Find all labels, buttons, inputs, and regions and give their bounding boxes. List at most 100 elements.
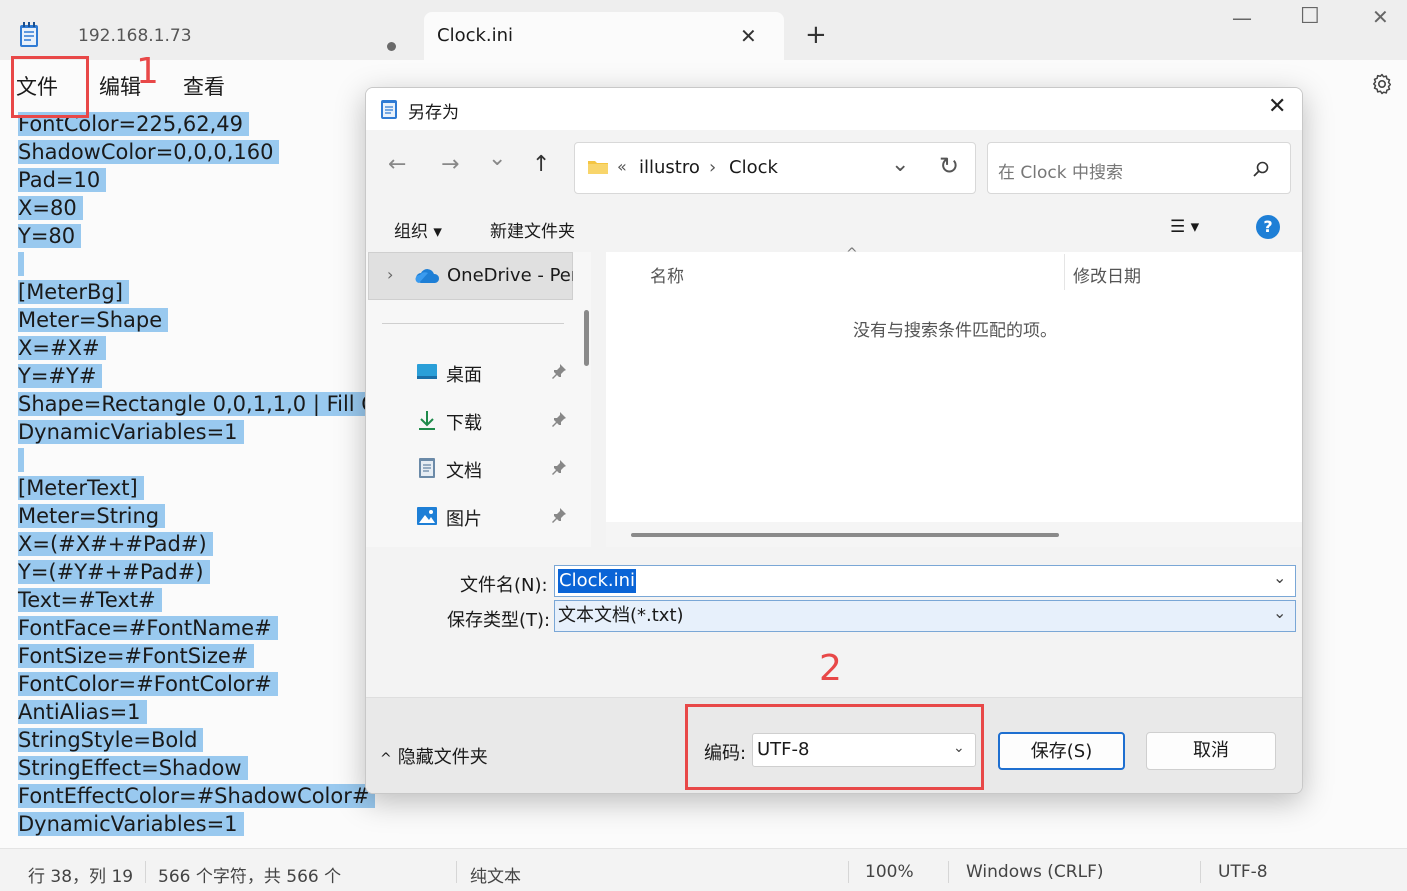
nav-item-desktop[interactable]: 桌面: [414, 355, 574, 391]
tab-close-icon[interactable]: ✕: [740, 24, 757, 48]
dialog-title: 另存为: [408, 103, 459, 123]
tab-title: 192.168.1.73: [78, 26, 192, 46]
tab-clock-ini[interactable]: Clock.ini ✕: [424, 12, 784, 60]
filename-label: 文件名(N):: [460, 575, 548, 596]
search-input[interactable]: 在 Clock 中搜索: [998, 158, 1123, 183]
line-ending: Windows (CRLF): [966, 862, 1104, 882]
cancel-button[interactable]: 取消: [1146, 732, 1276, 770]
editor-line: X=80: [18, 194, 83, 222]
status-bar: 行 38，列 19 566 个字符，共 566 个 纯文本 100% Windo…: [0, 848, 1407, 891]
file-list-pane[interactable]: ^ 名称 修改日期 没有与搜索条件匹配的项。: [606, 246, 1302, 547]
pin-icon[interactable]: [551, 363, 567, 379]
pin-icon[interactable]: [551, 411, 567, 427]
nav-item-documents[interactable]: 文档: [414, 451, 574, 487]
editor-line: StringEffect=Shadow: [18, 754, 248, 782]
title-bar: 192.168.1.73 Clock.ini ✕ + — ☐ ✕: [0, 0, 1407, 60]
editor-line: Meter=Shape: [18, 306, 169, 334]
nav-scrollbar[interactable]: [584, 310, 589, 366]
view-options-button[interactable]: ☰ ▾: [1170, 217, 1199, 237]
new-tab-button[interactable]: +: [805, 20, 827, 50]
filename-dropdown-icon[interactable]: ⌄: [1273, 568, 1286, 587]
sort-arrow-icon: ^: [846, 246, 858, 262]
folder-icon: [588, 161, 608, 174]
dialog-title-bar: 另存为 ✕: [366, 88, 1302, 130]
back-arrow-icon[interactable]: ←: [388, 152, 406, 177]
editor-line: [MeterText]: [18, 474, 144, 502]
forward-arrow-icon[interactable]: →: [441, 152, 459, 177]
expand-chevron-icon[interactable]: ›: [387, 265, 393, 284]
editor-line: X=(#X#+#Pad#): [18, 530, 213, 558]
nav-item-label: 文档: [446, 461, 482, 482]
dialog-close-button[interactable]: ✕: [1268, 94, 1286, 119]
horizontal-scrollbar[interactable]: [631, 533, 1059, 537]
editor-line: Y=#Y#: [18, 362, 103, 390]
tab-192-168-1-73[interactable]: 192.168.1.73: [62, 12, 412, 60]
status-divider: [145, 861, 146, 883]
nav-item-downloads[interactable]: 下载: [414, 403, 574, 439]
breadcrumb-illustro[interactable]: illustro: [639, 157, 700, 178]
filetype-dropdown-icon[interactable]: ⌄: [1273, 603, 1286, 622]
organize-button[interactable]: 组织 ▾: [394, 217, 442, 242]
editor-line: Pad=10: [18, 166, 107, 194]
refresh-icon[interactable]: ↻: [939, 152, 959, 180]
overflow-icon[interactable]: «: [617, 157, 627, 176]
annotation-box-file-menu: [11, 56, 89, 118]
editor-line: Shape=Rectangle 0,0,1,1,0 | Fill C: [18, 390, 382, 418]
editor-line: [18, 250, 24, 278]
up-arrow-icon[interactable]: ↑: [532, 152, 550, 177]
editor-line: Y=(#Y#+#Pad#): [18, 558, 210, 586]
window-close-button[interactable]: ✕: [1372, 5, 1389, 29]
dialog-nav-bar: ← → ⌄ ↑ « illustro › Clock ⌄ ↻ 在 Clock 中…: [366, 130, 1302, 202]
help-icon[interactable]: ?: [1256, 215, 1280, 239]
annotation-number: 1: [136, 51, 159, 92]
zoom-level[interactable]: 100%: [865, 862, 914, 882]
nav-item-onedrive[interactable]: › OneDrive - Per: [368, 252, 573, 300]
unsaved-dot-icon: [387, 42, 396, 51]
filename-value: Clock.ini: [558, 569, 637, 593]
editor-line: [MeterBg]: [18, 278, 129, 306]
empty-results-message: 没有与搜索条件匹配的项。: [853, 321, 1057, 341]
filetype-select[interactable]: 文本文档(*.txt) ⌄: [554, 600, 1296, 632]
new-folder-button[interactable]: 新建文件夹: [490, 217, 575, 242]
file-encoding: UTF-8: [1218, 862, 1268, 882]
tab-title: Clock.ini: [437, 25, 514, 46]
hide-folders-label: 隐藏文件夹: [397, 747, 488, 768]
editor-line: X=#X#: [18, 334, 106, 362]
document-icon: [419, 458, 435, 478]
char-count: 566 个字符，共 566 个: [158, 867, 342, 887]
nav-item-pictures[interactable]: 图片: [414, 499, 574, 535]
address-dropdown-icon[interactable]: ⌄: [891, 152, 909, 177]
text-format: 纯文本: [470, 867, 521, 887]
nav-item-label: 下载: [446, 413, 482, 434]
pin-icon[interactable]: [551, 459, 567, 475]
pin-icon[interactable]: [551, 507, 567, 523]
column-divider[interactable]: [1064, 254, 1065, 290]
hide-folders-button[interactable]: ^ 隐藏文件夹: [380, 743, 488, 769]
maximize-button[interactable]: ☐: [1300, 4, 1320, 29]
recent-locations-chevron-icon[interactable]: ⌄: [488, 146, 506, 171]
column-header-name[interactable]: 名称: [650, 262, 684, 287]
menu-view[interactable]: 查看: [183, 71, 225, 101]
breadcrumb-separator-icon: ›: [709, 157, 717, 178]
filename-input[interactable]: Clock.ini ⌄: [554, 565, 1296, 597]
annotation-number: 2: [819, 648, 842, 689]
save-button[interactable]: 保存(S): [998, 732, 1125, 770]
nav-item-label: 桌面: [446, 365, 482, 386]
annotation-box-encoding: [685, 704, 984, 790]
menu-edit[interactable]: 编辑: [99, 71, 141, 101]
filetype-value: 文本文档(*.txt): [558, 605, 684, 626]
minimize-button[interactable]: —: [1232, 6, 1252, 30]
editor-line: AntiAlias=1: [18, 698, 147, 726]
breadcrumb-clock[interactable]: Clock: [729, 157, 778, 178]
navigation-pane: › OneDrive - Per 桌面 下载 文档 图片: [366, 252, 591, 547]
notepad-app-icon: [20, 22, 38, 47]
editor-line: [18, 446, 24, 474]
status-divider: [456, 861, 457, 883]
status-divider: [848, 861, 849, 883]
column-header-date[interactable]: 修改日期: [1073, 262, 1141, 287]
address-bar[interactable]: « illustro › Clock ⌄ ↻: [574, 142, 976, 194]
cursor-position: 行 38，列 19: [28, 867, 134, 887]
search-box[interactable]: 在 Clock 中搜索: [987, 142, 1291, 194]
gear-icon[interactable]: [1370, 72, 1394, 96]
editor-line: StringStyle=Bold: [18, 726, 204, 754]
